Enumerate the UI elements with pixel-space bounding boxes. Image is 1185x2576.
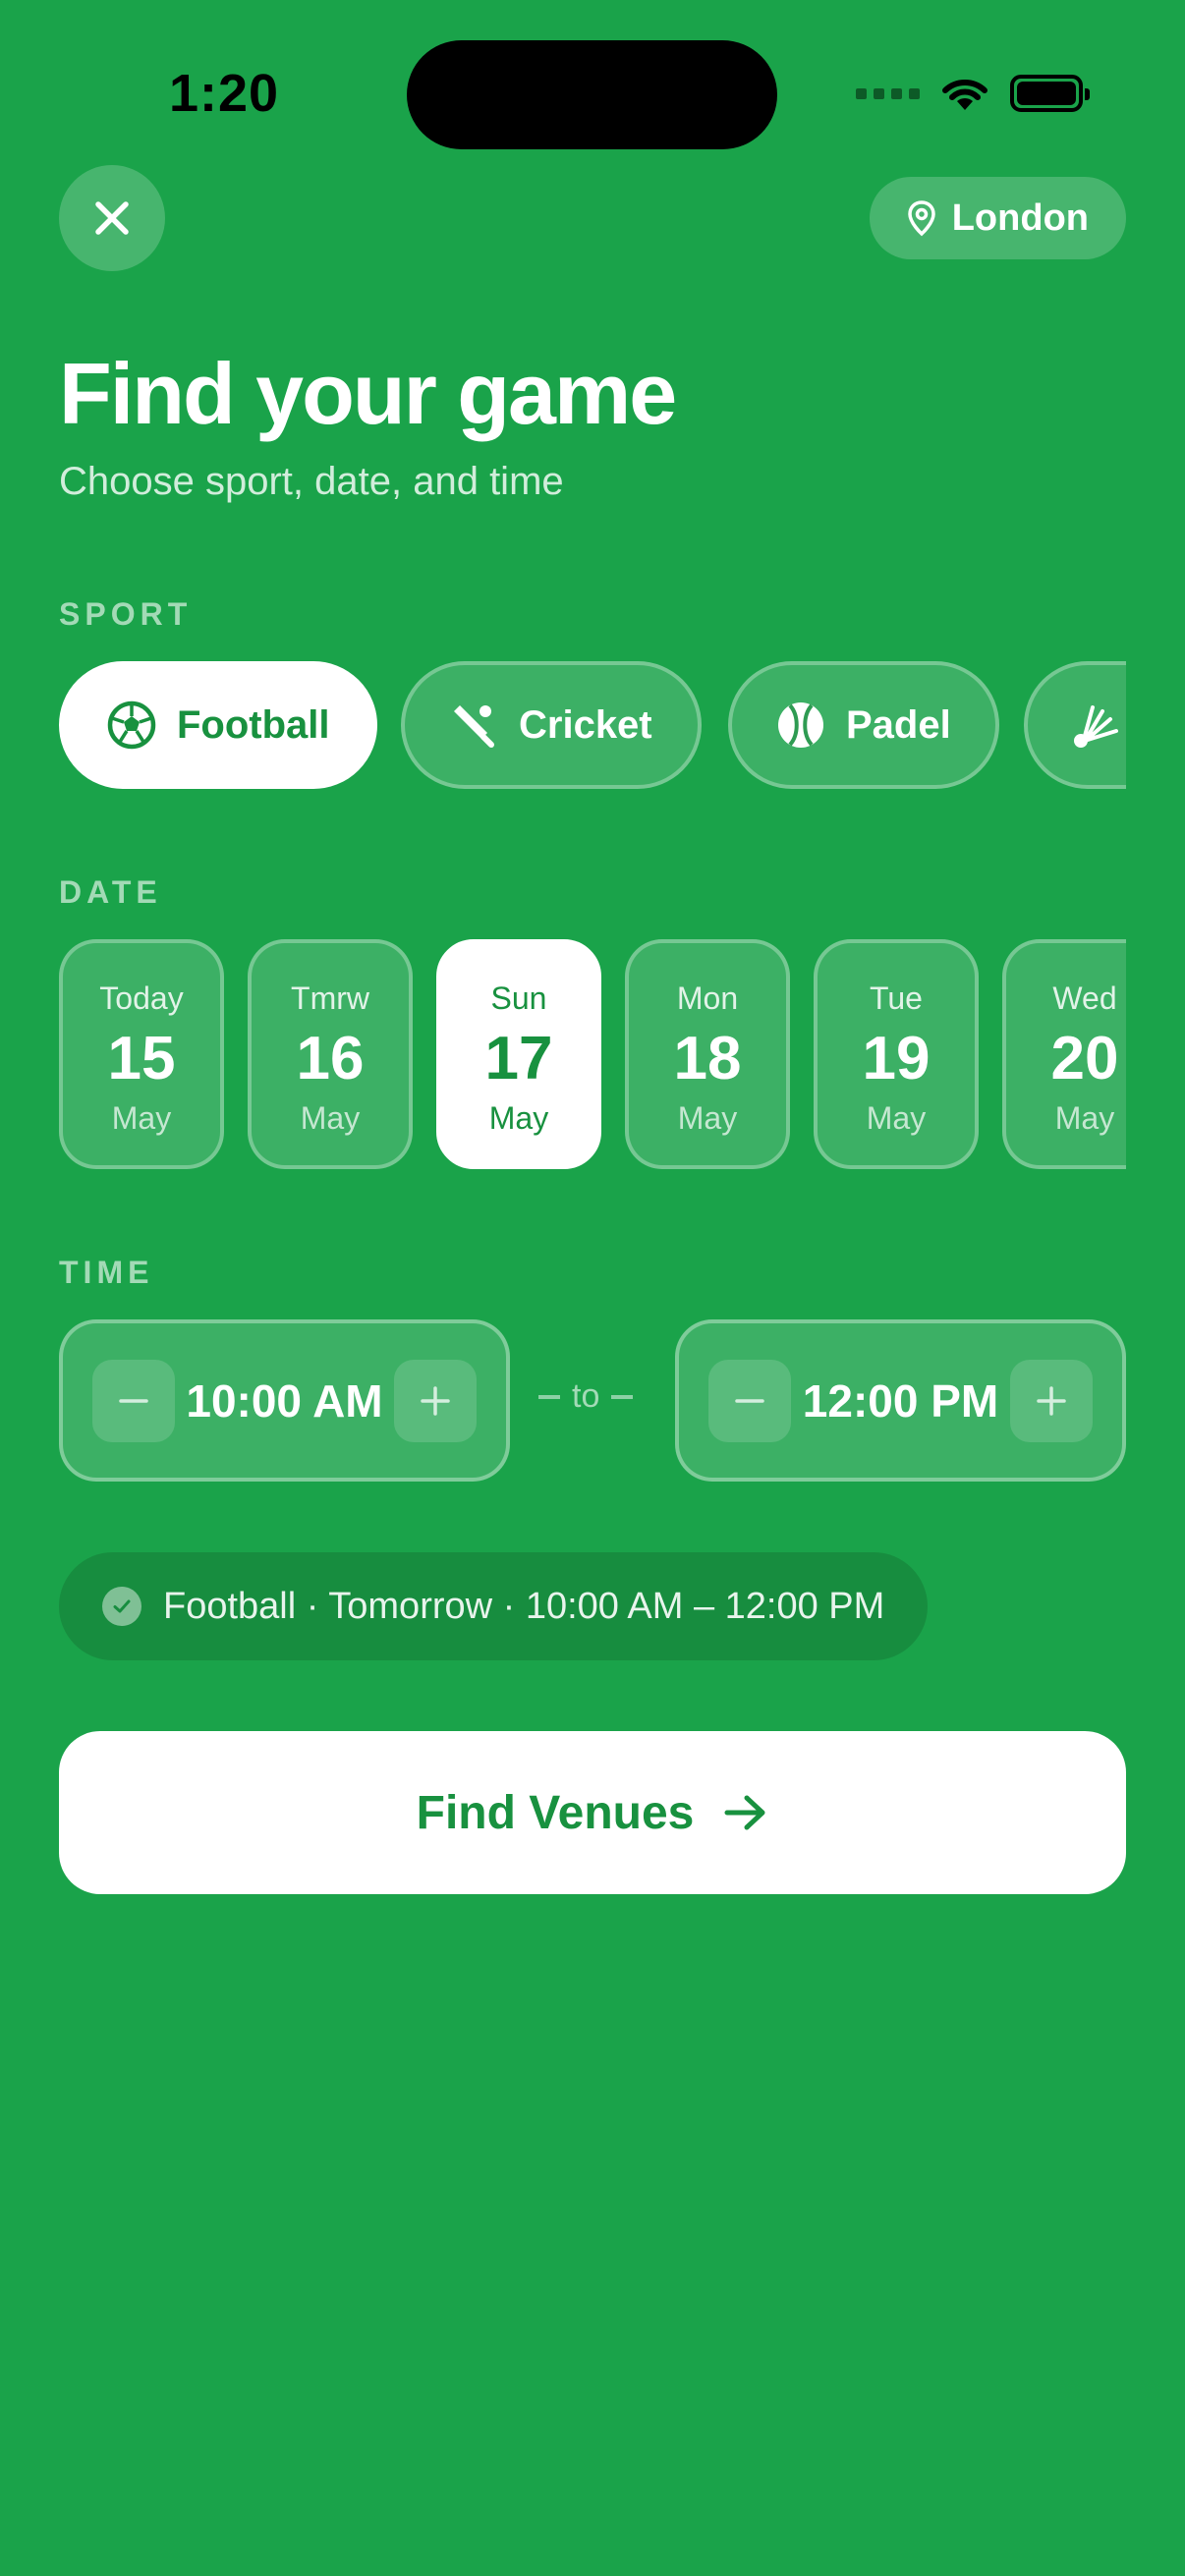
find-game-screen: 1:20 London Find your game Choose sport,… xyxy=(0,0,1185,2576)
location-label: London xyxy=(951,196,1089,239)
date-day: Sun xyxy=(490,980,547,1016)
date-selector: Today 15 May Tmrw 16 May Sun 17 May Mon … xyxy=(59,939,1126,1169)
badminton-shuttlecock-icon xyxy=(1074,705,1118,748)
date-card[interactable]: Tmrw 16 May xyxy=(248,939,413,1169)
find-venues-button[interactable]: Find Venues xyxy=(59,1731,1126,1894)
sport-section-label: SPORT xyxy=(59,596,193,632)
time-section-label: TIME xyxy=(59,1255,154,1290)
date-number: 19 xyxy=(862,1025,931,1092)
cricket-icon xyxy=(454,705,494,748)
start-time-decrement-button[interactable] xyxy=(92,1359,175,1442)
close-icon xyxy=(95,201,129,235)
date-card[interactable]: Today 15 May xyxy=(59,939,224,1169)
sport-chip-football[interactable]: Football xyxy=(59,661,377,789)
sport-chip-label: Cricket xyxy=(519,702,652,747)
start-time-picker: 10:00 AM xyxy=(59,1319,510,1482)
page-title: Find your game xyxy=(59,345,677,442)
check-circle-icon xyxy=(102,1587,141,1626)
sport-chip-badminton[interactable] xyxy=(1024,661,1126,789)
date-card[interactable]: Mon 18 May xyxy=(625,939,790,1169)
date-card[interactable]: Tue 19 May xyxy=(814,939,979,1169)
end-time-value: 12:00 PM xyxy=(802,1374,999,1427)
minus-icon xyxy=(119,1398,148,1403)
start-time-increment-button[interactable] xyxy=(393,1359,477,1442)
sport-chip-label: Padel xyxy=(846,702,951,747)
start-time-value: 10:00 AM xyxy=(186,1374,383,1427)
padel-ball-icon xyxy=(778,702,823,748)
sport-chip-label: Football xyxy=(177,702,330,747)
wifi-icon xyxy=(942,80,988,110)
end-time-picker: 12:00 PM xyxy=(675,1319,1126,1482)
status-icons xyxy=(856,75,1090,112)
close-button[interactable] xyxy=(59,165,165,271)
date-section-label: DATE xyxy=(59,874,162,910)
end-time-increment-button[interactable] xyxy=(1010,1359,1093,1442)
time-range-separator: to xyxy=(538,1377,634,1416)
date-day: Tmrw xyxy=(291,980,369,1016)
date-month: May xyxy=(866,1100,927,1136)
sport-chip-padel[interactable]: Padel xyxy=(728,661,999,789)
date-month: May xyxy=(111,1100,172,1136)
plus-icon xyxy=(421,1385,450,1416)
date-day: Tue xyxy=(870,980,923,1016)
status-time: 1:20 xyxy=(169,64,280,123)
arrow-right-icon xyxy=(724,1795,765,1830)
location-selector[interactable]: London xyxy=(869,177,1126,259)
selection-summary: Football · Tomorrow · 10:00 AM – 12:00 P… xyxy=(59,1552,929,1660)
date-day: Today xyxy=(99,980,184,1016)
end-time-decrement-button[interactable] xyxy=(708,1359,791,1442)
plus-icon xyxy=(1037,1385,1066,1416)
date-month: May xyxy=(677,1100,738,1136)
date-number: 16 xyxy=(296,1025,365,1092)
date-day: Wed xyxy=(1052,980,1117,1016)
date-number: 18 xyxy=(673,1025,742,1092)
sport-chip-cricket[interactable]: Cricket xyxy=(401,661,702,789)
date-month: May xyxy=(1054,1100,1115,1136)
date-number: 15 xyxy=(107,1025,176,1092)
football-icon xyxy=(107,700,156,750)
location-pin-icon xyxy=(907,200,935,237)
page-subtitle: Choose sport, date, and time xyxy=(59,460,564,503)
dynamic-island xyxy=(407,40,777,149)
cellular-signal-icon xyxy=(856,87,920,99)
date-day: Mon xyxy=(676,980,739,1016)
date-number: 20 xyxy=(1050,1025,1119,1092)
battery-icon xyxy=(1010,75,1090,112)
minus-icon xyxy=(735,1398,764,1403)
sport-selector: Football Cricket Padel xyxy=(59,661,1126,789)
date-month: May xyxy=(300,1100,361,1136)
date-month: May xyxy=(488,1100,549,1136)
date-card-selected[interactable]: Sun 17 May xyxy=(436,939,601,1169)
summary-text: Football · Tomorrow · 10:00 AM – 12:00 P… xyxy=(163,1585,885,1627)
time-separator-label: to xyxy=(572,1377,600,1415)
date-number: 17 xyxy=(484,1025,553,1092)
date-card[interactable]: Wed 20 May xyxy=(1002,939,1126,1169)
find-venues-label: Find Venues xyxy=(416,1786,695,1839)
